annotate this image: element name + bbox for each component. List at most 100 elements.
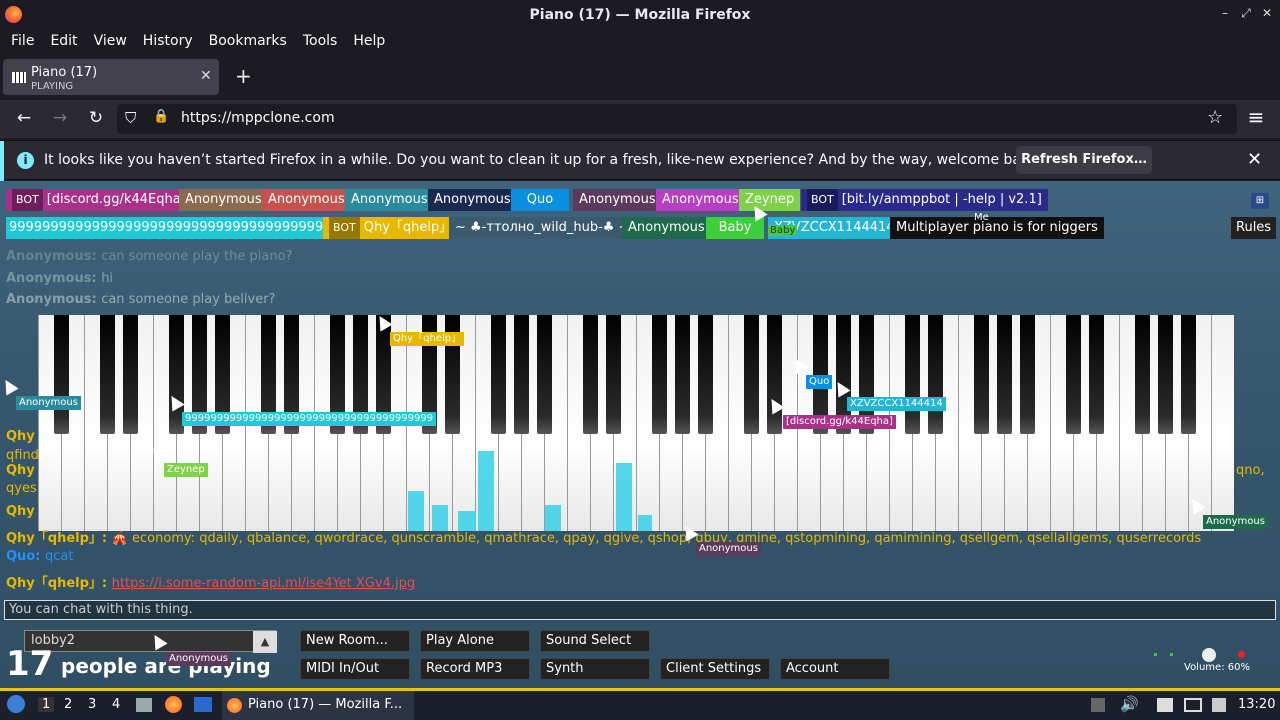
menu-view[interactable]: View bbox=[86, 33, 135, 49]
notes-icon[interactable] bbox=[1212, 698, 1226, 712]
black-key[interactable] bbox=[513, 315, 529, 434]
menu-history[interactable]: History bbox=[135, 33, 201, 49]
start-menu-icon[interactable] bbox=[7, 695, 25, 713]
user-chip[interactable]: Anonymous bbox=[345, 189, 434, 211]
record-mp3-button[interactable]: Record MP3 bbox=[420, 658, 530, 680]
workspace-2[interactable]: 2 bbox=[64, 697, 72, 712]
black-key[interactable] bbox=[927, 315, 943, 434]
workspace-4[interactable]: 4 bbox=[112, 697, 120, 712]
sound-select-button[interactable]: Sound Select bbox=[540, 630, 650, 652]
baby-tag: Baby bbox=[768, 225, 798, 236]
black-key[interactable] bbox=[1134, 315, 1150, 434]
taskbar: 1 2 3 4 Piano (17) — Mozilla F... 🔊 13:2… bbox=[0, 688, 1280, 720]
file-manager-icon[interactable] bbox=[136, 698, 152, 712]
user-chip[interactable]: BOT [discord.gg/k44Eqha] bbox=[6, 189, 192, 211]
menu-help[interactable]: Help bbox=[345, 33, 393, 49]
url-bar[interactable]: ⛉ 🔒 https://mppclone.com ☆ bbox=[117, 104, 1237, 134]
clipboard-icon[interactable] bbox=[1157, 698, 1173, 712]
volume-knob[interactable] bbox=[1150, 645, 1246, 662]
user-chip[interactable]: Quo bbox=[511, 189, 569, 211]
black-key[interactable] bbox=[743, 315, 759, 434]
black-key[interactable] bbox=[651, 315, 667, 434]
maximize-button[interactable]: ⤢ bbox=[1237, 6, 1255, 21]
synth-button[interactable]: Synth bbox=[540, 658, 650, 680]
chat-input[interactable]: You can chat with this thing. bbox=[4, 600, 1276, 620]
discord-icon[interactable]: ⊞ bbox=[1251, 193, 1269, 209]
black-key[interactable] bbox=[904, 315, 920, 434]
display-icon[interactable] bbox=[1184, 698, 1202, 712]
cursor-label: Anonymous bbox=[1203, 515, 1268, 529]
tab-piano[interactable]: Piano (17) PLAYING ✕ bbox=[3, 59, 219, 95]
black-key[interactable] bbox=[1019, 315, 1035, 434]
user-chip[interactable]: Multiplayer piano is for niggers bbox=[890, 217, 1104, 239]
notification-close-icon[interactable]: ✕ bbox=[1247, 149, 1262, 170]
menu-file[interactable]: File bbox=[3, 33, 42, 49]
speaker-icon[interactable]: 🔊 bbox=[1120, 695, 1139, 713]
back-button[interactable]: ← bbox=[13, 108, 35, 128]
new-tab-button[interactable]: + bbox=[235, 64, 252, 88]
midi-button[interactable]: MIDI In/Out bbox=[300, 658, 410, 680]
reload-button[interactable]: ↻ bbox=[85, 108, 107, 128]
black-key[interactable] bbox=[536, 315, 552, 434]
firefox-launcher-icon[interactable] bbox=[165, 696, 182, 713]
rules-button[interactable]: Rules bbox=[1231, 217, 1277, 239]
taskbar-window-title: Piano (17) — Mozilla F... bbox=[248, 697, 403, 712]
menu-edit[interactable]: Edit bbox=[42, 33, 85, 49]
tab-close-icon[interactable]: ✕ bbox=[200, 68, 212, 84]
black-key[interactable] bbox=[582, 315, 598, 434]
chat-fragment: qyes bbox=[6, 481, 37, 496]
room-expand-icon[interactable]: ▲ bbox=[253, 631, 277, 653]
user-chip[interactable]: 999999999999999999999999999999999999999 bbox=[6, 217, 335, 239]
new-room-button[interactable]: New Room... bbox=[300, 630, 410, 652]
app-menu-icon[interactable]: ≡ bbox=[1245, 105, 1267, 129]
black-key[interactable] bbox=[490, 315, 506, 434]
play-alone-button[interactable]: Play Alone bbox=[420, 630, 530, 652]
white-key[interactable] bbox=[1211, 315, 1234, 531]
workspace-3[interactable]: 3 bbox=[88, 697, 96, 712]
refresh-firefox-button[interactable]: Refresh Firefox… bbox=[1016, 146, 1152, 174]
tray-up-icon[interactable] bbox=[1091, 698, 1105, 712]
black-key[interactable] bbox=[1180, 315, 1196, 434]
menu-bookmarks[interactable]: Bookmarks bbox=[201, 33, 295, 49]
user-chip[interactable]: Anonymous bbox=[622, 217, 711, 239]
menu-tools[interactable]: Tools bbox=[295, 33, 346, 49]
close-window-button[interactable]: ✕ bbox=[1258, 6, 1276, 20]
black-key[interactable] bbox=[1065, 315, 1081, 434]
user-chip[interactable]: Anonymous bbox=[428, 189, 517, 211]
client-settings-button[interactable]: Client Settings bbox=[660, 658, 770, 680]
url-text[interactable]: https://mppclone.com bbox=[181, 110, 335, 126]
user-chip[interactable]: ~ ♣-ттолно_wild_hub-♣ ~ bbox=[449, 217, 636, 239]
minimize-button[interactable]: – bbox=[1216, 6, 1234, 20]
user-chip[interactable]: Anonymous bbox=[179, 189, 268, 211]
piano-favicon-icon bbox=[12, 72, 26, 83]
user-chip[interactable]: BOT Qhy「qhelp」 bbox=[323, 217, 459, 239]
app-launcher-icon[interactable] bbox=[194, 697, 212, 712]
lock-icon[interactable]: 🔒 bbox=[153, 109, 169, 124]
black-key[interactable] bbox=[996, 315, 1012, 434]
black-key[interactable] bbox=[122, 315, 138, 434]
black-key[interactable] bbox=[1157, 315, 1173, 434]
black-key[interactable] bbox=[697, 315, 713, 434]
taskbar-window-firefox[interactable]: Piano (17) — Mozilla F... bbox=[222, 691, 414, 720]
black-key[interactable] bbox=[99, 315, 115, 434]
user-chip[interactable]: Anonymous bbox=[262, 189, 351, 211]
black-key[interactable] bbox=[1088, 315, 1104, 434]
black-key[interactable] bbox=[674, 315, 690, 434]
black-key[interactable] bbox=[605, 315, 621, 434]
user-chip[interactable]: BOT [bit.ly/anmppbot | -help | v2.1] bbox=[801, 189, 1048, 211]
chat-fragment: qfind bbox=[6, 448, 39, 463]
forward-button[interactable]: → bbox=[49, 108, 71, 128]
navigation-bar: ← → ↻ ⛉ 🔒 https://mppclone.com ☆ ≡ bbox=[0, 100, 1280, 138]
black-key[interactable] bbox=[53, 315, 69, 434]
user-chip[interactable]: Zeynep bbox=[739, 189, 801, 211]
user-chip[interactable]: Anonymous bbox=[573, 189, 662, 211]
account-button[interactable]: Account bbox=[780, 658, 890, 680]
black-key[interactable] bbox=[766, 315, 782, 434]
shield-icon[interactable]: ⛉ bbox=[125, 109, 136, 127]
cursor-label: Qhy「qhelp」 bbox=[390, 332, 465, 346]
black-key[interactable] bbox=[973, 315, 989, 434]
workspace-1[interactable]: 1 bbox=[38, 697, 55, 712]
firefox-icon bbox=[227, 698, 242, 713]
bookmark-star-icon[interactable]: ☆ bbox=[1207, 107, 1223, 128]
user-chip[interactable]: Anonymous bbox=[656, 189, 745, 211]
